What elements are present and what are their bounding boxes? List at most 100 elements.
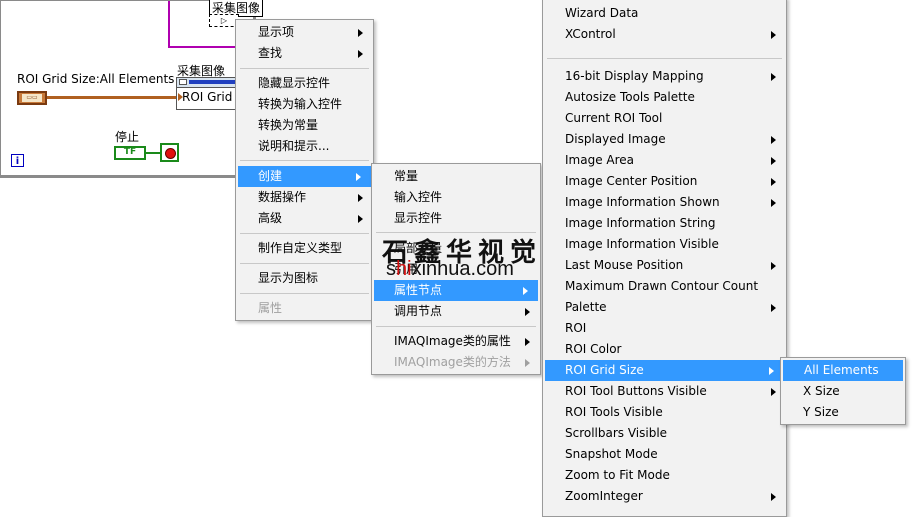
menu-item-snapshot-mode[interactable]: Snapshot Mode bbox=[543, 444, 786, 465]
menu-item-label: Image Center Position bbox=[565, 174, 698, 188]
property-node-header bbox=[177, 78, 237, 88]
property-node-roi-item[interactable]: ROI Grid bbox=[182, 90, 232, 104]
submenu-arrow-icon bbox=[525, 338, 530, 346]
context-menu-main: 显示项 查找 隐藏显示控件 转换为输入控件 转换为常量 说明和提示... 创建 … bbox=[235, 19, 374, 321]
submenu-arrow-icon bbox=[523, 287, 528, 295]
menu-item-16bit-display-mapping[interactable]: 16-bit Display Mapping bbox=[543, 66, 786, 87]
stop-label: 停止 bbox=[115, 130, 140, 144]
menu-item-label: Displayed Image bbox=[565, 132, 666, 146]
menu-item-label: Snapshot Mode bbox=[565, 447, 658, 461]
menu-item-image-information-shown[interactable]: Image Information Shown bbox=[543, 192, 786, 213]
menu-item-label: Autosize Tools Palette bbox=[565, 90, 695, 104]
menu-item-change-to-constant[interactable]: 转换为常量 bbox=[236, 115, 373, 136]
menu-item-wizard-data[interactable]: Wizard Data bbox=[543, 3, 786, 24]
menu-item-label: Scrollbars Visible bbox=[565, 426, 668, 440]
menu-item-label: ROI Tool Buttons Visible bbox=[565, 384, 707, 398]
menu-item-label: Image Area bbox=[565, 153, 635, 167]
menu-item-zoom-to-fit-mode[interactable]: Zoom to Fit Mode bbox=[543, 465, 786, 486]
watermark-url-rest: xinhua.com bbox=[411, 258, 514, 280]
menu-item-y-size[interactable]: Y Size bbox=[781, 402, 905, 423]
watermark-url: shixinhua.com bbox=[386, 258, 514, 281]
menu-item-zoom-integer[interactable]: ZoomInteger bbox=[543, 486, 786, 507]
menu-item-label: 查找 bbox=[258, 46, 283, 60]
menu-item-x-size[interactable]: X Size bbox=[781, 381, 905, 402]
menu-item-description[interactable]: 说明和提示... bbox=[236, 136, 373, 157]
submenu-arrow-icon bbox=[525, 359, 530, 367]
submenu-arrow-icon bbox=[771, 178, 776, 186]
menu-item-properties: 属性 bbox=[236, 298, 373, 319]
menu-item-label: 数据操作 bbox=[258, 190, 307, 204]
menu-item-label: IMAQImage类的属性 bbox=[394, 334, 511, 348]
menu-item-invoke-node[interactable]: 调用节点 bbox=[372, 301, 540, 322]
menu-item-label: XControl bbox=[565, 27, 616, 41]
menu-item-image-information-string[interactable]: Image Information String bbox=[543, 213, 786, 234]
stop-boolean-terminal[interactable]: TF bbox=[114, 146, 146, 160]
submenu-arrow-icon bbox=[771, 157, 776, 165]
submenu-arrow-icon bbox=[771, 31, 776, 39]
menu-item-find[interactable]: 查找 bbox=[236, 43, 373, 64]
menu-item-image-area[interactable]: Image Area bbox=[543, 150, 786, 171]
menu-item-label: X Size bbox=[803, 384, 840, 398]
menu-item-roi-tools-visible[interactable]: ROI Tools Visible bbox=[543, 402, 786, 423]
menu-separator bbox=[240, 68, 369, 69]
menu-item-palette[interactable]: Palette bbox=[543, 297, 786, 318]
menu-item-roi-color[interactable]: ROI Color bbox=[543, 339, 786, 360]
context-menu-roi-grid-size: All Elements X Size Y Size bbox=[780, 357, 906, 425]
menu-item-change-to-control[interactable]: 转换为输入控件 bbox=[236, 94, 373, 115]
menu-item-image-information-visible[interactable]: Image Information Visible bbox=[543, 234, 786, 255]
menu-item-roi[interactable]: ROI bbox=[543, 318, 786, 339]
menu-item-image-center-position[interactable]: Image Center Position bbox=[543, 171, 786, 192]
menu-item-displayed-image[interactable]: Displayed Image bbox=[543, 129, 786, 150]
submenu-arrow-icon bbox=[771, 199, 776, 207]
menu-item-view-as-icon[interactable]: 显示为图标 bbox=[236, 268, 373, 289]
menu-item-label: Image Information Shown bbox=[565, 195, 720, 209]
roi-constant-inner: ▭▭ bbox=[22, 94, 42, 102]
roi-constant-terminal[interactable]: ▭▭ bbox=[17, 91, 47, 105]
menu-item-label: 常量 bbox=[394, 169, 419, 183]
info-icon[interactable]: i bbox=[11, 154, 24, 167]
menu-item-roi-tool-buttons-visible[interactable]: ROI Tool Buttons Visible bbox=[543, 381, 786, 402]
menu-item-constant[interactable]: 常量 bbox=[372, 166, 540, 187]
submenu-arrow-icon bbox=[358, 29, 363, 37]
submenu-arrow-icon bbox=[769, 367, 774, 375]
menu-item-data-operations[interactable]: 数据操作 bbox=[236, 187, 373, 208]
stop-wire bbox=[146, 152, 160, 154]
menu-item-make-typedef[interactable]: 制作自定义类型 bbox=[236, 238, 373, 259]
menu-item-max-drawn-contour-count[interactable]: Maximum Drawn Contour Count bbox=[543, 276, 786, 297]
menu-item-label: Image Information Visible bbox=[565, 237, 719, 251]
menu-item-label: ROI Color bbox=[565, 342, 622, 356]
menu-item-label: Wizard Data bbox=[565, 6, 639, 20]
menu-item-label: Last Mouse Position bbox=[565, 258, 684, 272]
loop-condition-terminal[interactable] bbox=[160, 143, 179, 162]
menu-item-advanced[interactable]: 高级 bbox=[236, 208, 373, 229]
submenu-arrow-icon bbox=[358, 215, 363, 223]
menu-item-label: Zoom to Fit Mode bbox=[565, 468, 670, 482]
block-diagram: 采集图像 ▷ ROI Grid Size:All Elements ▭▭ 采集图… bbox=[0, 0, 264, 178]
menu-item-imaq-class-methods: IMAQImage类的方法 bbox=[372, 352, 540, 373]
menu-item-current-roi-tool[interactable]: Current ROI Tool bbox=[543, 108, 786, 129]
menu-item-autosize-tools-palette[interactable]: Autosize Tools Palette bbox=[543, 87, 786, 108]
menu-item-label: 隐藏显示控件 bbox=[258, 76, 331, 90]
menu-item-property-node[interactable]: 属性节点 bbox=[374, 280, 538, 301]
menu-item-label: All Elements bbox=[804, 363, 879, 377]
menu-item-show-items[interactable]: 显示项 bbox=[236, 22, 373, 43]
submenu-arrow-icon bbox=[771, 262, 776, 270]
menu-item-scrollbars-visible[interactable]: Scrollbars Visible bbox=[543, 423, 786, 444]
property-node[interactable]: ROI Grid bbox=[176, 77, 238, 110]
menu-separator bbox=[240, 263, 369, 264]
menu-item-last-mouse-position[interactable]: Last Mouse Position bbox=[543, 255, 786, 276]
menu-item-hide-control[interactable]: 隐藏显示控件 bbox=[236, 73, 373, 94]
submenu-arrow-icon bbox=[771, 493, 776, 501]
menu-item-label: 转换为输入控件 bbox=[258, 97, 343, 111]
menu-item-create[interactable]: 创建 bbox=[238, 166, 371, 187]
watermark-url-prefix: s bbox=[386, 258, 396, 280]
menu-item-roi-grid-size[interactable]: ROI Grid Size bbox=[545, 360, 784, 381]
menu-item-xcontrol[interactable]: XControl bbox=[543, 24, 786, 45]
menu-item-label: IMAQImage类的方法 bbox=[394, 355, 511, 369]
submenu-arrow-icon bbox=[525, 308, 530, 316]
menu-item-label: ZoomInteger bbox=[565, 489, 643, 503]
menu-item-control[interactable]: 输入控件 bbox=[372, 187, 540, 208]
menu-item-all-elements[interactable]: All Elements bbox=[783, 360, 903, 381]
menu-item-indicator[interactable]: 显示控件 bbox=[372, 208, 540, 229]
menu-item-imaq-class-properties[interactable]: IMAQImage类的属性 bbox=[372, 331, 540, 352]
